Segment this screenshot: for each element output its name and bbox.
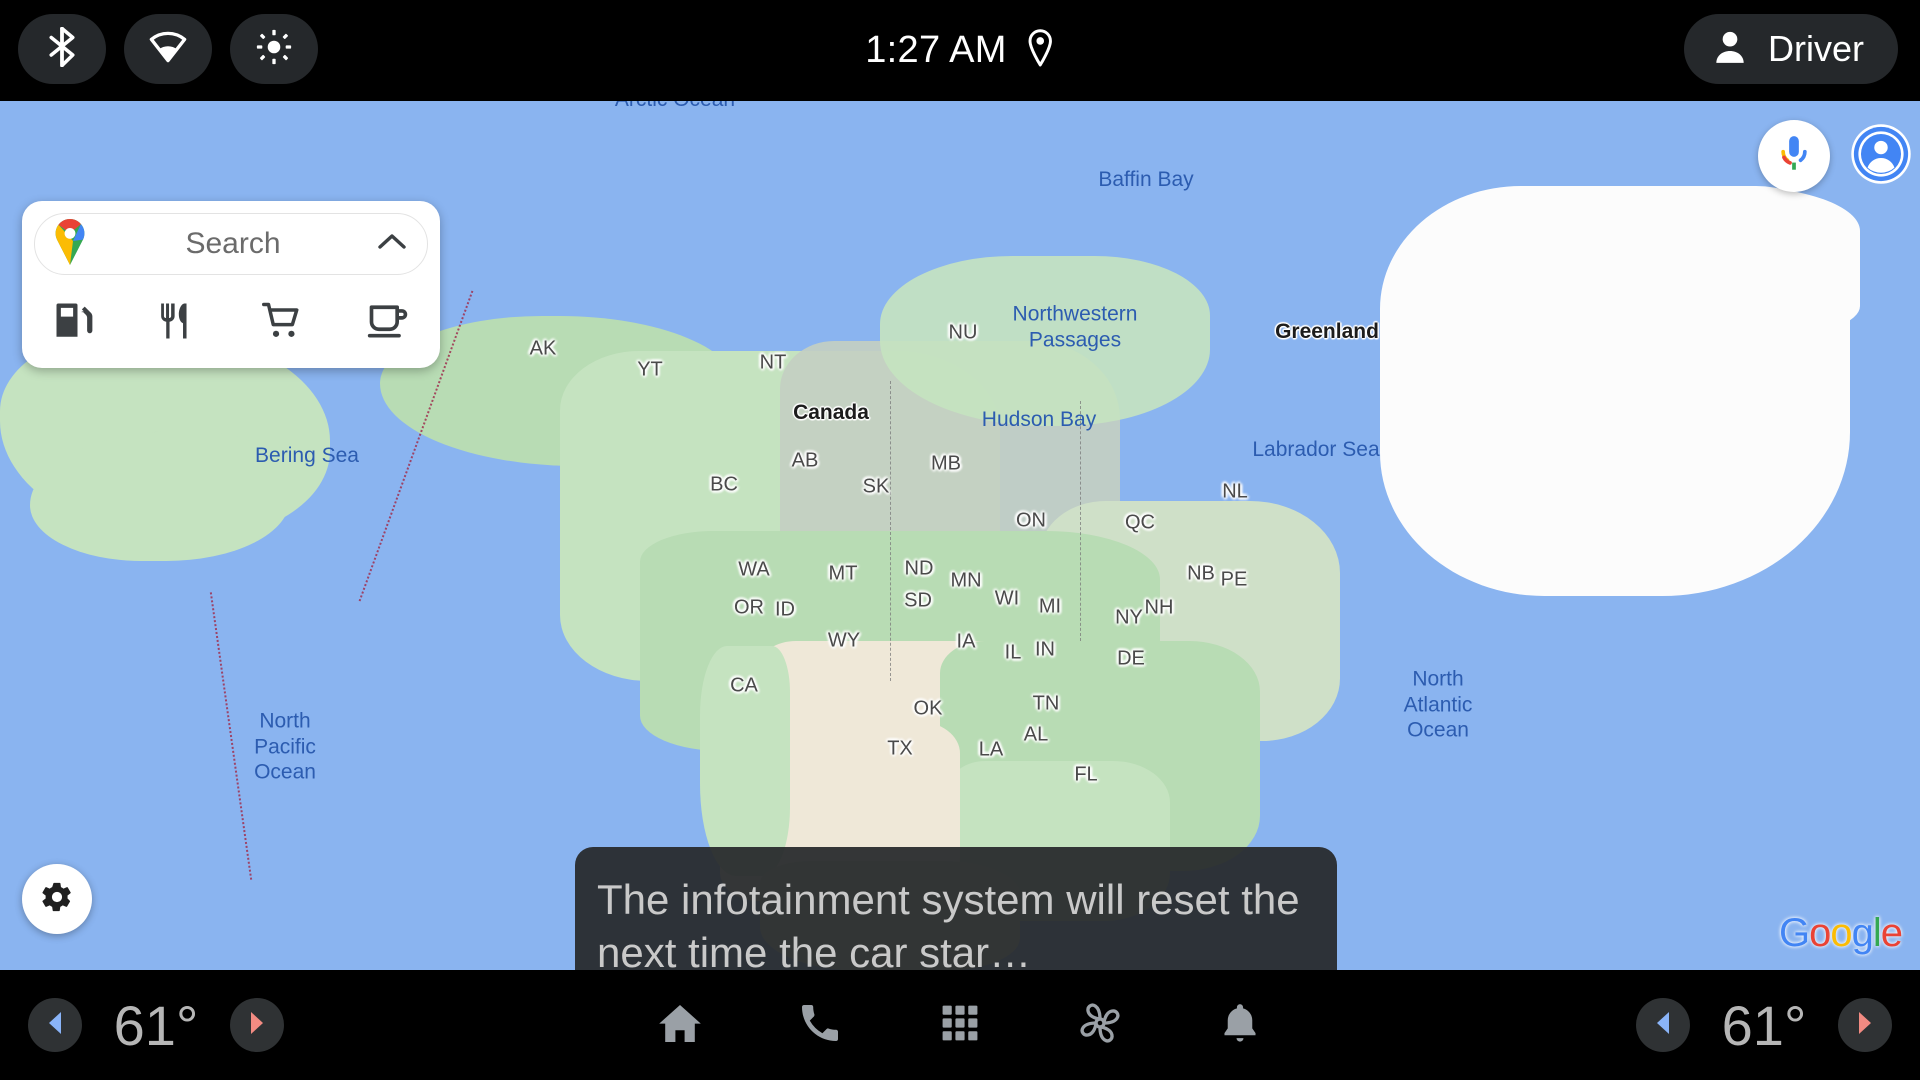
map-view[interactable]: Arctic OceanBaffin BayBering SeaHudson B… — [0, 101, 1920, 970]
temp-increase-driver-button[interactable] — [230, 998, 284, 1052]
account-circle-icon — [1850, 124, 1912, 189]
google-letter-e: e — [1880, 911, 1903, 955]
land-greenland-north — [1440, 186, 1860, 336]
wifi-toggle[interactable] — [124, 14, 212, 84]
climate-control-driver: 61° — [28, 970, 284, 1080]
temp-decrease-driver-button[interactable] — [28, 998, 82, 1052]
map-settings-button[interactable] — [22, 864, 92, 934]
brightness-toggle[interactable] — [230, 14, 318, 84]
triangle-left-icon — [1652, 1010, 1674, 1041]
nav-climate-button[interactable] — [1064, 989, 1136, 1061]
nav-buttons — [644, 970, 1276, 1080]
brightness-icon — [256, 29, 292, 70]
category-groceries[interactable] — [231, 287, 336, 359]
fan-climate-icon — [1075, 998, 1125, 1053]
clock-time: 1:27 AM — [865, 29, 1007, 71]
temp-decrease-passenger-button[interactable] — [1636, 998, 1690, 1052]
category-gas-station[interactable] — [22, 287, 127, 359]
google-letter-o1: o — [1809, 911, 1831, 955]
search-input[interactable]: Search — [34, 213, 428, 275]
land-us-west-coast — [700, 646, 790, 876]
bluetooth-toggle[interactable] — [18, 14, 106, 84]
nav-phone-button[interactable] — [784, 989, 856, 1061]
person-icon — [1710, 27, 1750, 72]
triangle-left-icon — [44, 1010, 66, 1041]
nav-notifications-button[interactable] — [1204, 989, 1276, 1061]
temperature-driver: 61° — [113, 993, 199, 1057]
search-placeholder-text: Search — [185, 227, 281, 260]
gas-station-icon — [53, 300, 95, 347]
status-bar: 1:27 AM Driver — [0, 0, 1920, 101]
category-shortcuts — [22, 287, 440, 359]
google-watermark: Google — [1778, 911, 1903, 956]
temp-increase-passenger-button[interactable] — [1838, 998, 1892, 1052]
toast-message: The infotainment system will reset the n… — [597, 876, 1300, 970]
land-arctic-islands — [880, 256, 1210, 426]
category-coffee[interactable] — [336, 287, 441, 359]
google-assistant-mic-icon — [1776, 134, 1812, 179]
bell-notifications-icon — [1217, 1000, 1263, 1051]
triangle-right-icon — [246, 1010, 268, 1041]
bottom-navigation-bar: 61° 61° — [0, 970, 1920, 1080]
coffee-icon — [366, 299, 410, 348]
google-letter-g2: g — [1851, 911, 1874, 955]
google-letter-o2: o — [1830, 911, 1852, 955]
home-icon — [656, 999, 704, 1052]
category-restaurant[interactable] — [127, 287, 232, 359]
apps-grid-icon — [938, 1001, 982, 1050]
driver-profile-button[interactable]: Driver — [1684, 14, 1898, 84]
nav-apps-button[interactable] — [924, 989, 996, 1061]
phone-icon — [796, 999, 844, 1052]
maps-search-card[interactable]: Search — [22, 201, 440, 368]
google-maps-pin-icon — [51, 218, 89, 270]
temperature-passenger: 61° — [1721, 993, 1807, 1057]
grocery-cart-icon — [261, 299, 305, 348]
infotainment-screen: Arctic OceanBaffin BayBering SeaHudson B… — [0, 0, 1920, 1080]
climate-control-passenger: 61° — [1636, 970, 1892, 1080]
bluetooth-icon — [46, 26, 78, 72]
map-boundary-canada-2 — [1080, 401, 1081, 641]
location-pin-icon — [1025, 29, 1055, 72]
google-letter-l: l — [1872, 911, 1882, 955]
account-button[interactable] — [1850, 123, 1912, 190]
wifi-icon — [149, 31, 187, 68]
driver-profile-label: Driver — [1768, 28, 1864, 69]
google-letter-g1: G — [1778, 911, 1810, 955]
restaurant-icon — [158, 300, 200, 347]
settings-gear-icon — [40, 880, 74, 919]
triangle-right-icon — [1854, 1010, 1876, 1041]
toast-notification: The infotainment system will reset the n… — [575, 847, 1337, 970]
chevron-up-icon[interactable] — [377, 232, 407, 257]
voice-search-button[interactable] — [1758, 120, 1830, 192]
nav-home-button[interactable] — [644, 989, 716, 1061]
status-quick-toggles — [18, 14, 318, 84]
map-boundary-canada-1 — [890, 381, 891, 681]
clock-area: 1:27 AM — [865, 0, 1055, 101]
